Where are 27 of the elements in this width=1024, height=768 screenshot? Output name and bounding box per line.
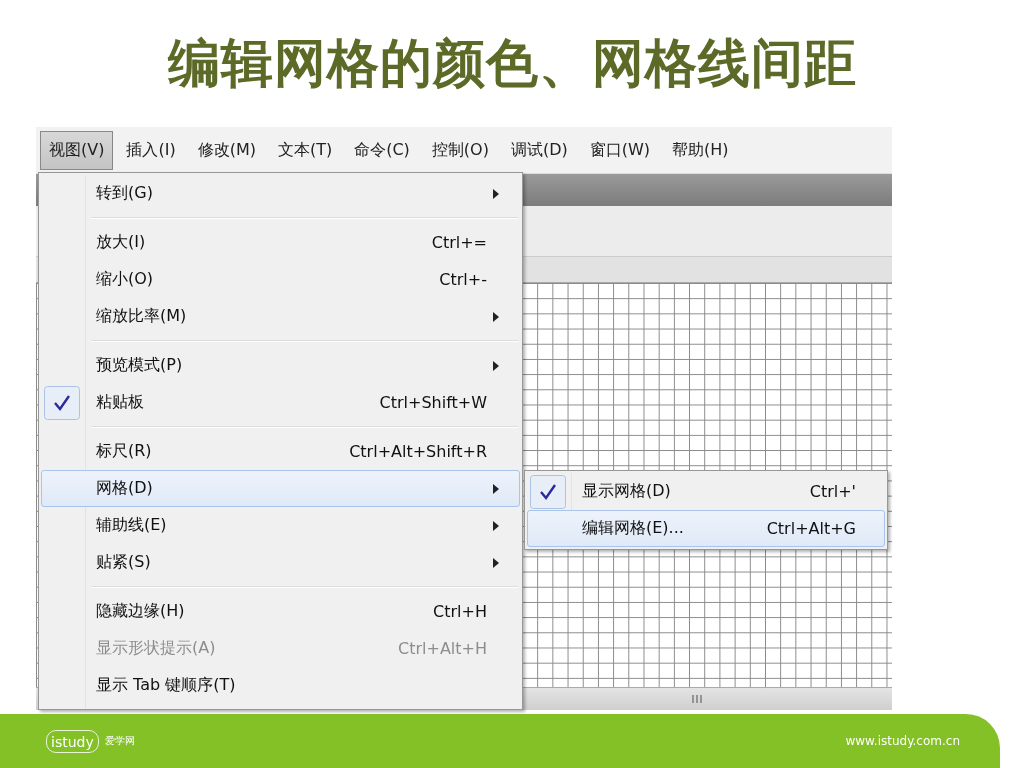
menu-bar-item[interactable]: 帮助(H) (663, 130, 738, 170)
slide-title: 编辑网格的颜色、网格线间距 (166, 31, 858, 95)
menu-bar-item[interactable]: 窗口(W) (580, 130, 660, 170)
menu-item[interactable]: 缩放比率(M) (41, 298, 520, 335)
menu-item[interactable]: 缩小(O) Ctrl+- (41, 261, 520, 298)
menu-bar-item[interactable]: 视图(V) (40, 130, 114, 170)
menu-bar-item[interactable]: 控制(O) (422, 130, 498, 170)
menu-bar-item[interactable]: 调试(D) (501, 130, 577, 170)
menu-item[interactable]: 辅助线(E) (41, 507, 520, 544)
menu-bar-item[interactable]: 修改(M) (188, 130, 265, 170)
menu-item[interactable]: 显示网格(D) Ctrl+' (527, 473, 885, 510)
menu-item[interactable]: 隐藏边缘(H) Ctrl+H (41, 593, 520, 630)
menu-item[interactable]: 标尺(R) Ctrl+Alt+Shift+R (41, 433, 520, 470)
menu-item[interactable]: 放大(I) Ctrl+= (41, 224, 520, 261)
menu-bar-item[interactable]: 命令(C) (345, 130, 419, 170)
brand-name: 爱学网 (104, 734, 135, 748)
menu-item[interactable]: 预览模式(P) (41, 347, 520, 384)
website-url: www.istudy.com.cn (845, 734, 960, 748)
menu-item[interactable]: 转到(G) (41, 175, 520, 212)
menu-item[interactable]: 贴紧(S) (41, 544, 520, 581)
menu-bar-item[interactable]: 插入(I) (117, 130, 185, 170)
menu-item[interactable]: 编辑网格(E)... Ctrl+Alt+G (527, 510, 885, 547)
logo-text: istudy (51, 733, 94, 750)
menu-item[interactable]: 网格(D) (41, 470, 520, 507)
menu-item[interactable]: 粘贴板 Ctrl+Shift+W (41, 384, 520, 421)
menu-bar-item[interactable]: 文本(T) (268, 130, 342, 170)
menu-item[interactable]: 显示 Tab 键顺序(T) (41, 667, 520, 704)
